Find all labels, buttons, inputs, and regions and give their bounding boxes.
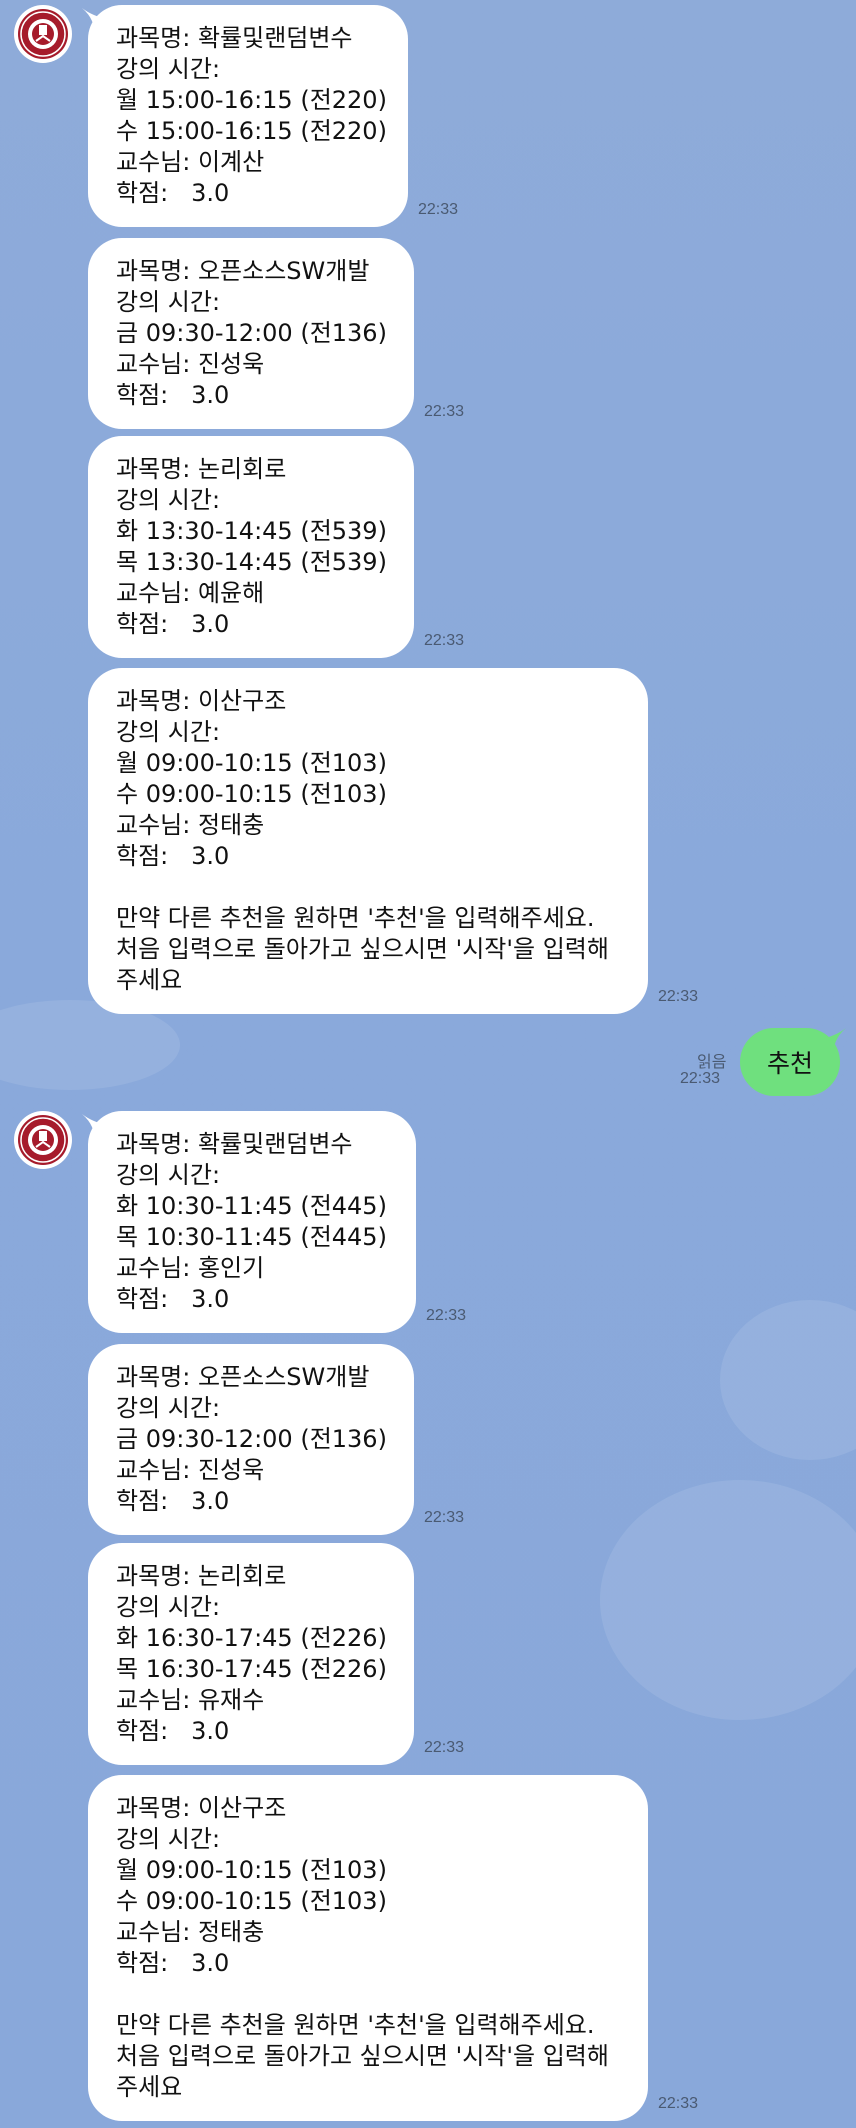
message-line: 처음 입력으로 돌아가고 싶으시면 '시작'을 입력해 (116, 935, 609, 963)
university-seal-icon (18, 1115, 68, 1165)
message-line: 강의 시간: (116, 1825, 221, 1853)
message-line: 과목명: 확률및랜덤변수 (116, 24, 353, 52)
bot-avatar[interactable] (14, 5, 72, 63)
sent-message-time: 22:33 (680, 1070, 721, 1087)
message-line: 학점: 3.0 (116, 179, 230, 207)
message-line: 금 09:30-12:00 (전136) (116, 1425, 387, 1453)
message-time: 22:33 (424, 1509, 465, 1526)
message-line: 교수님: 유재수 (116, 1686, 265, 1714)
message-bubble[interactable]: 과목명: 오픈소스SW개발강의 시간: 금 09:30-12:00 (전136) 교… (88, 1344, 414, 1535)
read-receipt: 읽음 (697, 1054, 727, 1071)
message-line: 학점: 3.0 (116, 1285, 230, 1313)
message-line: 학점: 3.0 (116, 381, 230, 409)
message-line: 금 09:30-12:00 (전136) (116, 319, 387, 347)
message-bubble[interactable]: 과목명: 이산구조강의 시간: 월 09:00-10:15 (전103) 수 09:… (88, 668, 648, 1014)
sent-message-bubble[interactable]: 추천 (740, 1028, 840, 1096)
message-line: 화 16:30-17:45 (전226) (116, 1624, 387, 1652)
message-line: 강의 시간: (116, 486, 221, 514)
bot-avatar[interactable] (14, 1111, 72, 1169)
message-line: 목 10:30-11:45 (전445) (116, 1223, 387, 1251)
message-bubble[interactable]: 과목명: 확률및랜덤변수강의 시간: 월 15:00-16:15 (전220) 수 … (88, 5, 408, 227)
message-line: 강의 시간: (116, 1161, 221, 1189)
message-line: 교수님: 정태충 (116, 811, 265, 839)
message-line: 화 10:30-11:45 (전445) (116, 1192, 387, 1220)
message-bubble[interactable]: 과목명: 확률및랜덤변수강의 시간: 화 10:30-11:45 (전445) 목 … (88, 1111, 416, 1333)
university-seal-icon (18, 9, 68, 59)
message-time: 22:33 (426, 1307, 467, 1324)
message-line: 과목명: 이산구조 (116, 687, 287, 715)
message-line: 교수님: 이계산 (116, 148, 265, 176)
message-line: 목 13:30-14:45 (전539) (116, 548, 387, 576)
message-line: 수 09:00-10:15 (전103) (116, 1887, 387, 1915)
message-line (116, 872, 620, 903)
message-time: 22:33 (424, 1739, 465, 1756)
message-bubble[interactable]: 과목명: 오픈소스SW개발강의 시간: 금 09:30-12:00 (전136) 교… (88, 238, 414, 429)
message-time: 22:33 (424, 632, 465, 649)
message-line: 처음 입력으로 돌아가고 싶으시면 '시작'을 입력해 (116, 2042, 609, 2070)
message-line: 월 09:00-10:15 (전103) (116, 1856, 387, 1884)
message-line: 만약 다른 추천을 원하면 '추천'을 입력해주세요. (116, 904, 595, 932)
message-time: 22:33 (424, 403, 465, 420)
message-line: 학점: 3.0 (116, 842, 230, 870)
message-time: 22:33 (658, 988, 699, 1005)
message-line: 교수님: 홍인기 (116, 1254, 265, 1282)
message-line: 목 16:30-17:45 (전226) (116, 1655, 387, 1683)
message-line: 월 09:00-10:15 (전103) (116, 749, 387, 777)
message-line: 주세요 (116, 966, 183, 994)
message-line: 교수님: 진성욱 (116, 1456, 265, 1484)
message-line: 만약 다른 추천을 원하면 '추천'을 입력해주세요. (116, 2011, 595, 2039)
message-line: 강의 시간: (116, 1394, 221, 1422)
message-line (116, 1979, 620, 2010)
message-line: 학점: 3.0 (116, 1949, 230, 1977)
message-line: 주세요 (116, 2073, 183, 2101)
message-bubble[interactable]: 과목명: 논리회로강의 시간: 화 16:30-17:45 (전226) 목 16:… (88, 1543, 414, 1765)
message-line: 교수님: 예윤해 (116, 579, 265, 607)
message-line: 월 15:00-16:15 (전220) (116, 86, 387, 114)
message-line: 교수님: 진성욱 (116, 350, 265, 378)
message-line: 과목명: 논리회로 (116, 455, 287, 483)
message-line: 학점: 3.0 (116, 1717, 230, 1745)
message-line: 과목명: 이산구조 (116, 1794, 287, 1822)
message-line: 수 09:00-10:15 (전103) (116, 780, 387, 808)
message-time: 22:33 (658, 2095, 699, 2112)
message-line: 과목명: 논리회로 (116, 1562, 287, 1590)
message-line: 학점: 3.0 (116, 1487, 230, 1515)
message-bubble[interactable]: 과목명: 논리회로강의 시간: 화 13:30-14:45 (전539) 목 13:… (88, 436, 414, 658)
message-line: 강의 시간: (116, 55, 221, 83)
message-line: 과목명: 오픈소스SW개발 (116, 1363, 370, 1391)
message-bubble[interactable]: 과목명: 이산구조강의 시간: 월 09:00-10:15 (전103) 수 09:… (88, 1775, 648, 2121)
message-line: 교수님: 정태충 (116, 1918, 265, 1946)
message-time: 22:33 (418, 201, 459, 218)
message-line: 과목명: 확률및랜덤변수 (116, 1130, 353, 1158)
message-line: 강의 시간: (116, 288, 221, 316)
message-line: 화 13:30-14:45 (전539) (116, 517, 387, 545)
message-line: 강의 시간: (116, 718, 221, 746)
message-line: 과목명: 오픈소스SW개발 (116, 257, 370, 285)
message-line: 수 15:00-16:15 (전220) (116, 117, 387, 145)
message-line: 학점: 3.0 (116, 610, 230, 638)
message-line: 강의 시간: (116, 1593, 221, 1621)
